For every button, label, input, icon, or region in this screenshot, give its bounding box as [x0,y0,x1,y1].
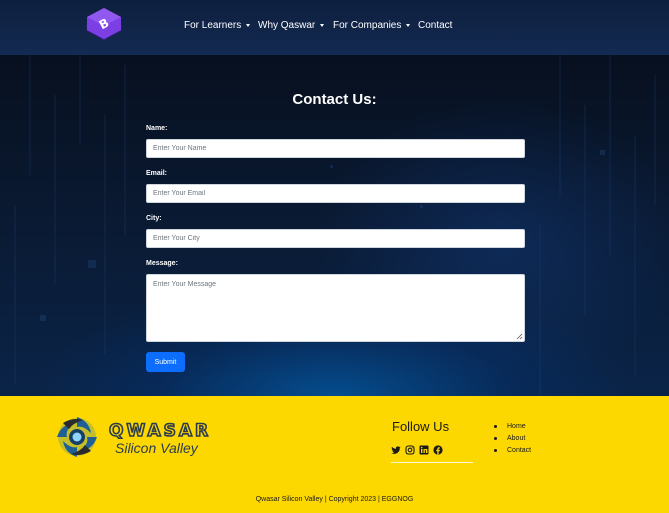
qwasar-logo-icon[interactable]: QWASAR Silicon Valley [55,415,215,459]
footer-link-about[interactable]: About [494,432,531,444]
submit-button[interactable]: Submit [146,352,185,372]
footer-link-contact[interactable]: Contact [494,444,531,456]
email-input[interactable] [146,184,525,203]
email-label: Email: [146,170,168,177]
message-label: Message: [146,260,178,267]
nav-for-learners[interactable]: For Learners [184,20,251,31]
footer-link-home[interactable]: Home [494,420,531,432]
nav-for-companies-label: For Companies [333,20,402,31]
footer-links: Home About Contact [494,420,531,456]
nav-why-qaswar[interactable]: Why Qaswar [258,20,325,31]
chevron-down-icon [320,24,325,27]
facebook-icon[interactable] [433,442,443,455]
city-label: City: [146,215,162,222]
bootstrap-logo-icon[interactable]: B [84,6,124,48]
instagram-icon[interactable] [405,442,415,455]
logo-wordmark: QWASAR [109,421,211,441]
divider [391,462,473,463]
message-textarea[interactable] [146,274,525,342]
chevron-down-icon [406,24,411,27]
nav-why-qaswar-label: Why Qaswar [258,20,316,31]
city-input[interactable] [146,229,525,248]
nav-for-companies[interactable]: For Companies [333,20,411,31]
nav-for-learners-label: For Learners [184,20,242,31]
contact-section: Contact Us: Name: Email: City: Message: … [0,55,669,396]
copyright-text: Qwasar Silicon Valley | Copyright 2023 |… [255,496,414,503]
name-input[interactable] [146,139,525,158]
twitter-icon[interactable] [391,442,401,454]
name-label: Name: [146,125,168,132]
social-icons [391,442,443,455]
chevron-down-icon [246,24,251,27]
nav-contact-label: Contact [418,20,453,31]
top-navbar: B For Learners Why Qaswar For Companies … [0,0,669,55]
logo-subtext: Silicon Valley [115,440,199,456]
page-title: Contact Us: [292,91,377,108]
linkedin-icon[interactable] [419,442,429,455]
follow-us-heading: Follow Us [392,419,450,434]
nav-contact[interactable]: Contact [418,20,452,31]
resize-handle-icon[interactable] [516,333,523,340]
footer: QWASAR Silicon Valley Follow Us Home Abo… [0,396,669,513]
